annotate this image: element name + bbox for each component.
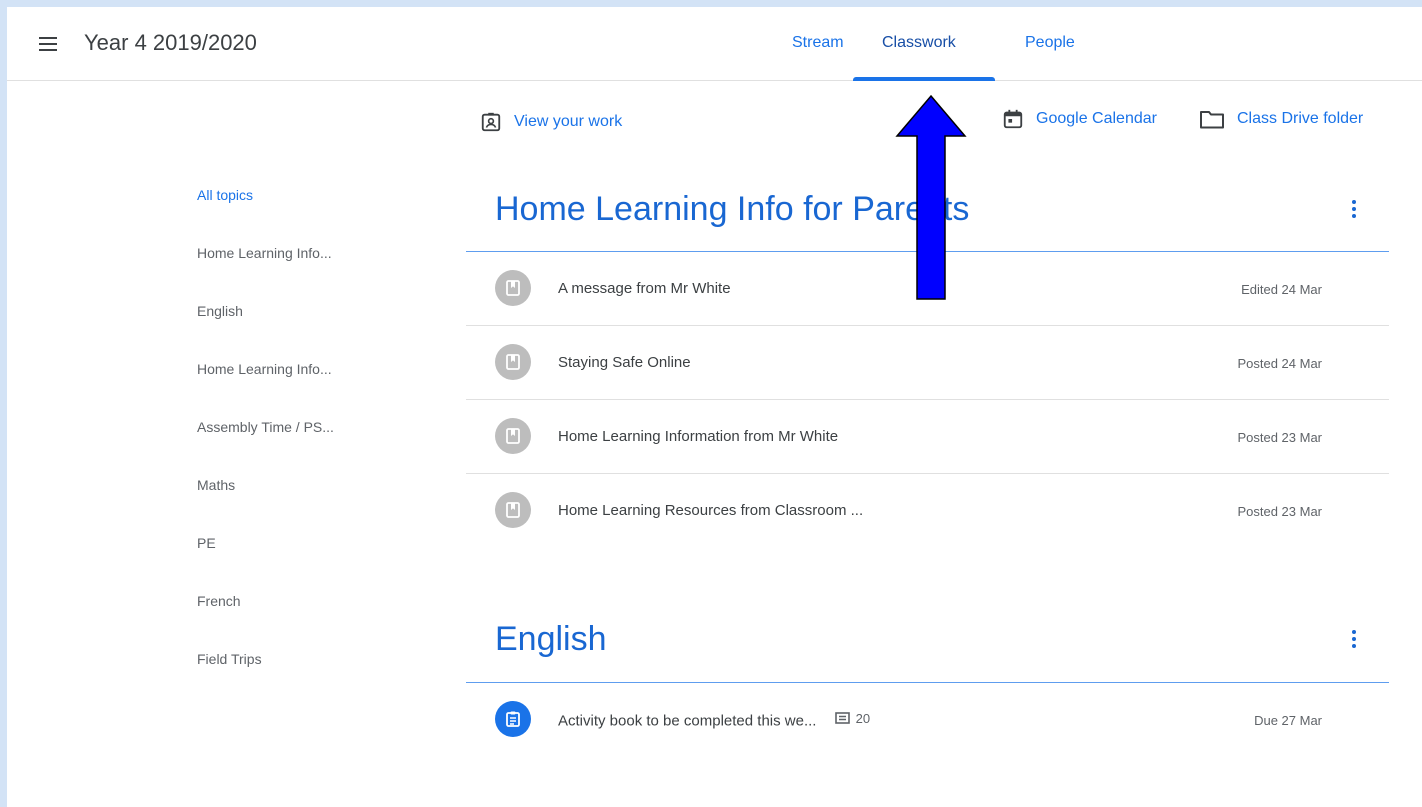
item-date: Posted 24 Mar <box>1237 356 1322 371</box>
classroom-window: Year 4 2019/2020 Stream Classwork People… <box>7 7 1422 807</box>
item-title: Home Learning Information from Mr White <box>558 428 839 445</box>
tab-classwork[interactable]: Classwork <box>882 34 956 52</box>
annotation-arrow-icon <box>895 94 967 300</box>
list-item[interactable]: Home Learning Information from Mr White … <box>466 400 1389 474</box>
assignment-title: Activity book to be completed this we... <box>558 712 817 730</box>
topic-field-trips[interactable]: Field Trips <box>197 651 262 667</box>
item-title: Staying Safe Online <box>558 354 691 371</box>
list-item[interactable]: Staying Safe Online Posted 24 Mar <box>466 326 1389 400</box>
more-options-icon[interactable] <box>1347 197 1361 221</box>
calendar-icon <box>1003 109 1023 129</box>
material-icon <box>495 344 531 380</box>
assignment-icon <box>495 701 531 737</box>
item-title: Activity book to be completed this we...… <box>558 711 870 730</box>
list-item[interactable]: Activity book to be completed this we...… <box>466 683 1389 757</box>
material-icon <box>495 270 531 306</box>
topic-home-learning-info-2[interactable]: Home Learning Info... <box>197 361 332 377</box>
topic-french[interactable]: French <box>197 593 241 609</box>
section-title: English <box>495 620 607 658</box>
view-your-work-label: View your work <box>514 113 623 130</box>
class-drive-folder-label: Class Drive folder <box>1237 110 1364 127</box>
topic-assembly-time[interactable]: Assembly Time / PS... <box>197 419 334 435</box>
material-icon <box>495 492 531 528</box>
item-due-date: Due 27 Mar <box>1254 713 1322 728</box>
topic-pe[interactable]: PE <box>197 535 216 551</box>
top-bar: Year 4 2019/2020 Stream Classwork People <box>7 7 1422 81</box>
topic-maths[interactable]: Maths <box>197 477 235 493</box>
more-options-icon[interactable] <box>1347 627 1361 651</box>
item-title: A message from Mr White <box>558 280 731 297</box>
folder-icon <box>1200 111 1224 129</box>
main-menu-icon[interactable] <box>37 32 61 56</box>
comment-icon <box>834 711 850 724</box>
topic-home-learning-info[interactable]: Home Learning Info... <box>197 245 332 261</box>
item-title: Home Learning Resources from Classroom .… <box>558 502 864 519</box>
topic-english[interactable]: English <box>197 303 243 319</box>
tab-stream[interactable]: Stream <box>792 34 844 52</box>
tab-people[interactable]: People <box>1025 34 1075 52</box>
person-badge-icon <box>481 112 501 132</box>
google-calendar-label: Google Calendar <box>1036 110 1157 127</box>
material-icon <box>495 418 531 454</box>
comment-count-value: 20 <box>855 711 871 726</box>
class-drive-folder-link[interactable]: Class Drive folder <box>1199 108 1363 130</box>
item-date: Posted 23 Mar <box>1237 430 1322 445</box>
comment-count: 20 <box>834 711 871 726</box>
list-item[interactable]: Home Learning Resources from Classroom .… <box>466 474 1389 548</box>
view-your-work-link[interactable]: View your work <box>480 111 622 133</box>
item-date: Edited 24 Mar <box>1241 282 1322 297</box>
item-date: Posted 23 Mar <box>1237 504 1322 519</box>
topic-all-topics[interactable]: All topics <box>197 187 253 203</box>
selected-tab-indicator <box>853 77 995 81</box>
class-title[interactable]: Year 4 2019/2020 <box>84 30 257 56</box>
google-calendar-link[interactable]: Google Calendar <box>1002 108 1157 130</box>
